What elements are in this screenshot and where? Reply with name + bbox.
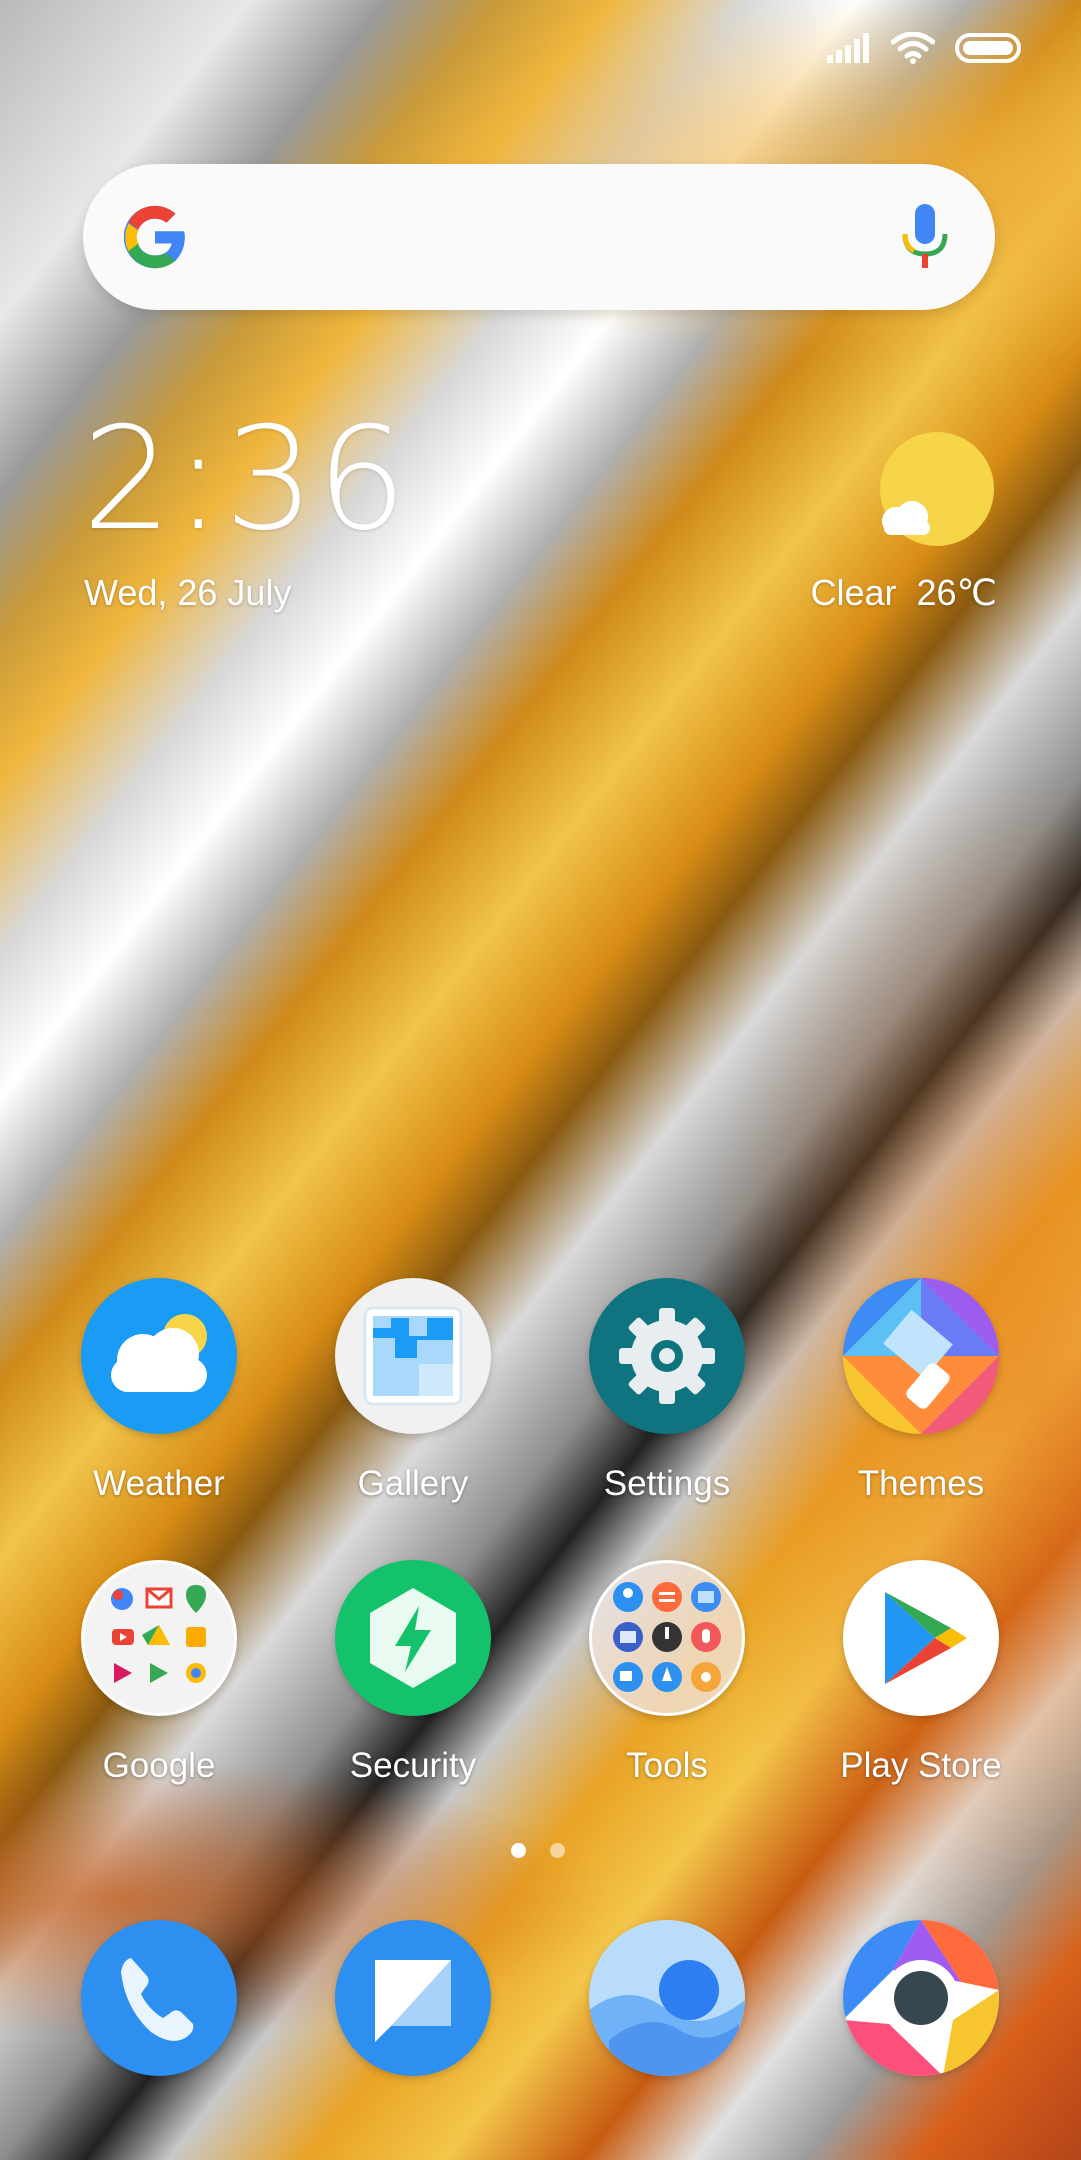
gallery-icon (335, 1278, 491, 1434)
messages-icon[interactable] (335, 1920, 491, 2076)
google-search-bar[interactable] (83, 164, 995, 310)
wallpaper (0, 0, 1081, 2160)
clock-time[interactable]: 2:36 (82, 409, 409, 551)
app-security[interactable]: Security (303, 1560, 523, 1786)
app-play-store[interactable]: Play Store (811, 1560, 1031, 1786)
app-label: Google (102, 1746, 216, 1785)
mic-icon[interactable] (900, 204, 950, 270)
google-folder-icon (81, 1560, 237, 1716)
app-themes[interactable]: Themes (811, 1278, 1031, 1504)
app-label: Gallery (357, 1464, 469, 1503)
app-label: Weather (93, 1464, 225, 1503)
app-label: Settings (603, 1464, 731, 1503)
app-google-folder[interactable]: Google (49, 1560, 269, 1786)
themes-brush-icon (843, 1278, 999, 1434)
app-settings[interactable]: Settings (557, 1278, 777, 1504)
security-bolt-icon (335, 1560, 491, 1716)
tools-folder-icon (589, 1560, 745, 1716)
page-indicator[interactable] (511, 1843, 565, 1858)
browser-icon[interactable] (589, 1920, 745, 2076)
weather-icon (81, 1278, 237, 1434)
cloud-icon (882, 501, 930, 535)
google-g-icon (123, 205, 185, 269)
app-label: Security (349, 1746, 477, 1785)
app-tools-folder[interactable]: Tools (557, 1560, 777, 1786)
app-label: Themes (857, 1464, 985, 1503)
app-gallery[interactable]: Gallery (303, 1278, 523, 1504)
wifi-icon (891, 32, 935, 64)
battery-icon (955, 33, 1021, 63)
gear-icon (589, 1278, 745, 1434)
play-store-icon (843, 1560, 999, 1716)
app-label: Tools (626, 1746, 708, 1785)
status-bar (827, 28, 1021, 68)
app-label: Play Store (840, 1746, 1002, 1785)
home-screen: 2:36 Wed, 26 July Clear 26℃ Weather Gall… (0, 0, 1081, 2160)
signal-icon (827, 33, 869, 63)
page-dot[interactable] (550, 1843, 565, 1858)
phone-icon[interactable] (81, 1920, 237, 2076)
chrome-icon[interactable] (843, 1920, 999, 2076)
app-weather[interactable]: Weather (49, 1278, 269, 1504)
page-dot-active[interactable] (511, 1843, 526, 1858)
clock-date: Wed, 26 July (84, 572, 292, 613)
weather-summary: Clear 26℃ (810, 572, 997, 613)
